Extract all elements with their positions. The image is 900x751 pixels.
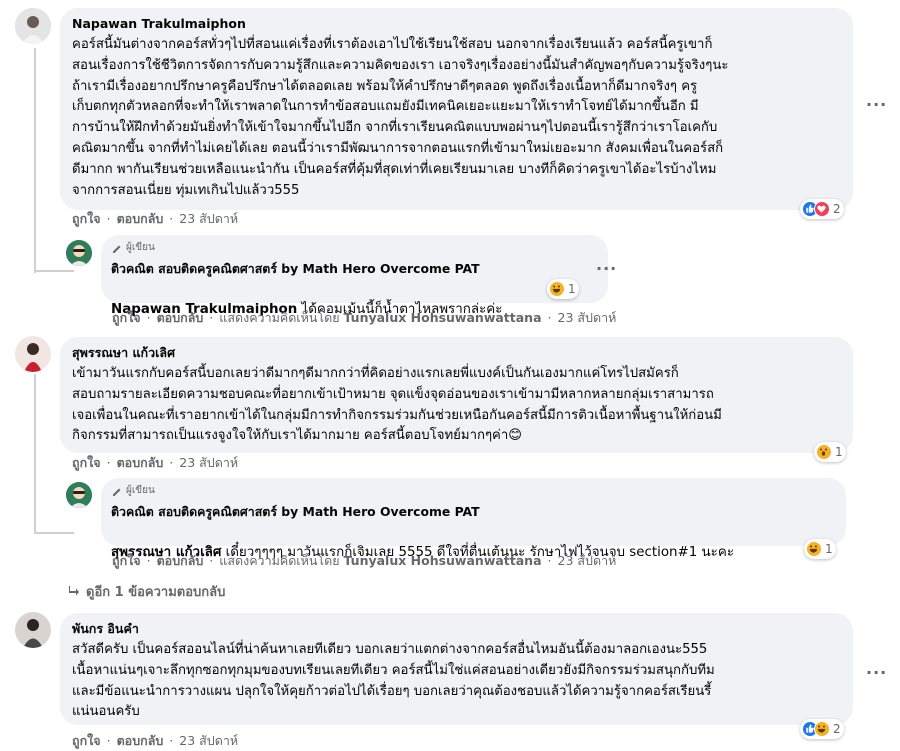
- shown-by-label: แสดงความคิดเห็นโดย: [219, 310, 340, 325]
- more-options-icon[interactable]: ···: [866, 97, 887, 113]
- reply-link[interactable]: ตอบกลับ: [157, 310, 204, 325]
- page-avatar[interactable]: [66, 240, 92, 266]
- comment-author[interactable]: สุพรรณษา แก้วเลิศ: [72, 345, 841, 361]
- author-badge-label: ผู้เขียน: [126, 485, 155, 496]
- more-options-icon[interactable]: ···: [596, 261, 617, 277]
- comment-actions: ถูกใจ · ตอบกลับ · 23 สัปดาห์: [72, 455, 239, 470]
- page-logo-icon: [66, 482, 92, 508]
- shown-by-user[interactable]: Tunyalux Hohsuwanwattana: [344, 310, 542, 325]
- reply-link[interactable]: ตอบกลับ: [117, 733, 164, 748]
- reaction-count: 1: [835, 445, 843, 459]
- author-badge-label: ผู้เขียน: [126, 242, 155, 253]
- shown-by-user[interactable]: Tunyalux Hohsuwanwattana: [344, 553, 542, 568]
- timestamp[interactable]: 23 สัปดาห์: [179, 211, 238, 226]
- comment-text: เข้ามาวันแรกกับคอร์สนี้บอกเลยว่าดีมากๆดี…: [72, 366, 722, 444]
- reply-actions: ถูกใจ · ตอบกลับ · แสดงความคิดเห็นโดย Tunyalu…: [112, 553, 617, 568]
- user-photo-icon: [15, 612, 51, 648]
- haha-reaction-icon: [549, 281, 565, 297]
- author-badge: ผู้เขียน: [111, 484, 836, 498]
- like-link[interactable]: ถูกใจ: [112, 553, 141, 568]
- comment-actions: ถูกใจ · ตอบกลับ · 23 สัปดาห์: [72, 733, 239, 748]
- reaction-count: 2: [833, 722, 841, 736]
- reaction-summary[interactable]: 1: [814, 442, 846, 462]
- timestamp[interactable]: 23 สัปดาห์: [558, 310, 617, 325]
- author-badge: ผู้เขียน: [111, 241, 598, 255]
- thread-line: [34, 532, 74, 534]
- reaction-summary[interactable]: 2: [800, 199, 844, 219]
- shown-by-label: แสดงความคิดเห็นโดย: [219, 553, 340, 568]
- thread-line: [34, 48, 36, 273]
- view-more-replies-label[interactable]: ดูอีก 1 ข้อความตอบกลับ: [86, 585, 225, 600]
- avatar[interactable]: [15, 336, 51, 372]
- user-photo-icon: [15, 336, 51, 372]
- avatar[interactable]: [15, 8, 51, 44]
- page-avatar[interactable]: [66, 482, 92, 508]
- page-logo-icon: [66, 240, 92, 266]
- reply-actions: ถูกใจ · ตอบกลับ · แสดงความคิดเห็นโดย Tunyalu…: [112, 310, 617, 325]
- love-reaction-icon: [814, 201, 830, 217]
- comment-bubble: พันกร อินคำ สวัสดีครับ เป็นคอร์สออนไลน์ท…: [60, 613, 853, 725]
- avatar[interactable]: [15, 612, 51, 648]
- reply-author[interactable]: ติวคณิต สอบติดครูคณิตศาสตร์ by Math Hero…: [111, 261, 598, 277]
- reply-link[interactable]: ตอบกลับ: [117, 211, 164, 226]
- view-more-replies-link[interactable]: ดูอีก 1 ข้อความตอบกลับ: [68, 581, 225, 602]
- reaction-count: 2: [833, 202, 841, 216]
- haha-reaction-icon: [806, 541, 822, 557]
- reply-bubble: ผู้เขียน ติวคณิต สอบติดครูคณิตศาสตร์ by …: [101, 478, 846, 560]
- reaction-summary[interactable]: 1: [804, 539, 836, 559]
- pencil-icon: [113, 245, 121, 253]
- reaction-count: 1: [568, 282, 576, 296]
- comment-author[interactable]: พันกร อินคำ: [72, 621, 841, 637]
- reaction-summary[interactable]: 1: [547, 279, 579, 299]
- comment-bubble: Napawan Trakulmaiphon คอร์สนี้มันต่างจาก…: [60, 8, 853, 210]
- like-link[interactable]: ถูกใจ: [72, 733, 101, 748]
- more-options-icon[interactable]: ···: [866, 665, 887, 681]
- timestamp[interactable]: 23 สัปดาห์: [179, 455, 238, 470]
- comment-text: สวัสดีครับ เป็นคอร์สออนไลน์ที่น่าค้นหาเล…: [72, 642, 715, 720]
- like-link[interactable]: ถูกใจ: [72, 211, 101, 226]
- timestamp[interactable]: 23 สัปดาห์: [558, 553, 617, 568]
- pencil-icon: [113, 488, 121, 496]
- like-link[interactable]: ถูกใจ: [72, 455, 101, 470]
- reply-author[interactable]: ติวคณิต สอบติดครูคณิตศาสตร์ by Math Hero…: [111, 504, 836, 520]
- reaction-summary[interactable]: 2: [800, 719, 844, 739]
- wow-reaction-icon: [816, 444, 832, 460]
- user-photo-icon: [15, 8, 51, 44]
- reply-link[interactable]: ตอบกลับ: [157, 553, 204, 568]
- haha-reaction-icon: [814, 721, 830, 737]
- reply-link[interactable]: ตอบกลับ: [117, 455, 164, 470]
- timestamp[interactable]: 23 สัปดาห์: [179, 733, 238, 748]
- reply-arrow-icon: [69, 586, 79, 596]
- like-link[interactable]: ถูกใจ: [112, 310, 141, 325]
- comment-author[interactable]: Napawan Trakulmaiphon: [72, 16, 841, 32]
- thread-line: [34, 270, 74, 272]
- comment-actions: ถูกใจ · ตอบกลับ · 23 สัปดาห์: [72, 211, 239, 226]
- comment-text: คอร์สนี้มันต่างจากคอร์สทั่วๆไปที่สอนแค่เ…: [72, 37, 729, 198]
- comment-bubble: สุพรรณษา แก้วเลิศ เข้ามาวันแรกกับคอร์สนี…: [60, 337, 853, 453]
- reaction-count: 1: [825, 542, 833, 556]
- thread-line: [34, 374, 36, 534]
- reply-bubble: ผู้เขียน ติวคณิต สอบติดครูคณิตศาสตร์ by …: [101, 235, 608, 317]
